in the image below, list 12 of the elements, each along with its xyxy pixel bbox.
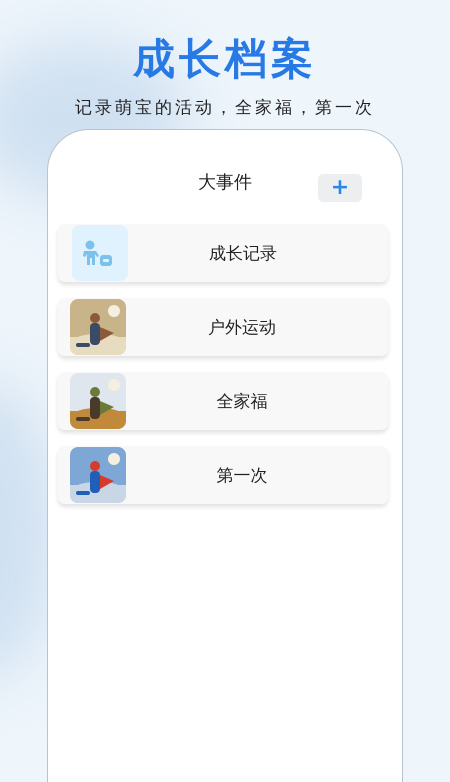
event-label: 全家福	[216, 390, 268, 413]
event-card[interactable]: 第一次	[58, 446, 388, 504]
headline: 成长档案	[133, 36, 317, 82]
event-label: 户外运动	[207, 316, 277, 339]
event-card[interactable]: 全家福	[58, 372, 388, 430]
event-label: 成长记录	[208, 242, 278, 265]
event-card[interactable]: 成长记录	[58, 224, 388, 282]
event-card[interactable]: 户外运动	[58, 298, 388, 356]
event-label: 第一次	[216, 464, 268, 487]
screen-title: 大事件	[198, 171, 252, 194]
child-growth-icon	[72, 225, 128, 282]
tagline: 记录萌宝的活动，全家福，第一次	[75, 97, 375, 120]
